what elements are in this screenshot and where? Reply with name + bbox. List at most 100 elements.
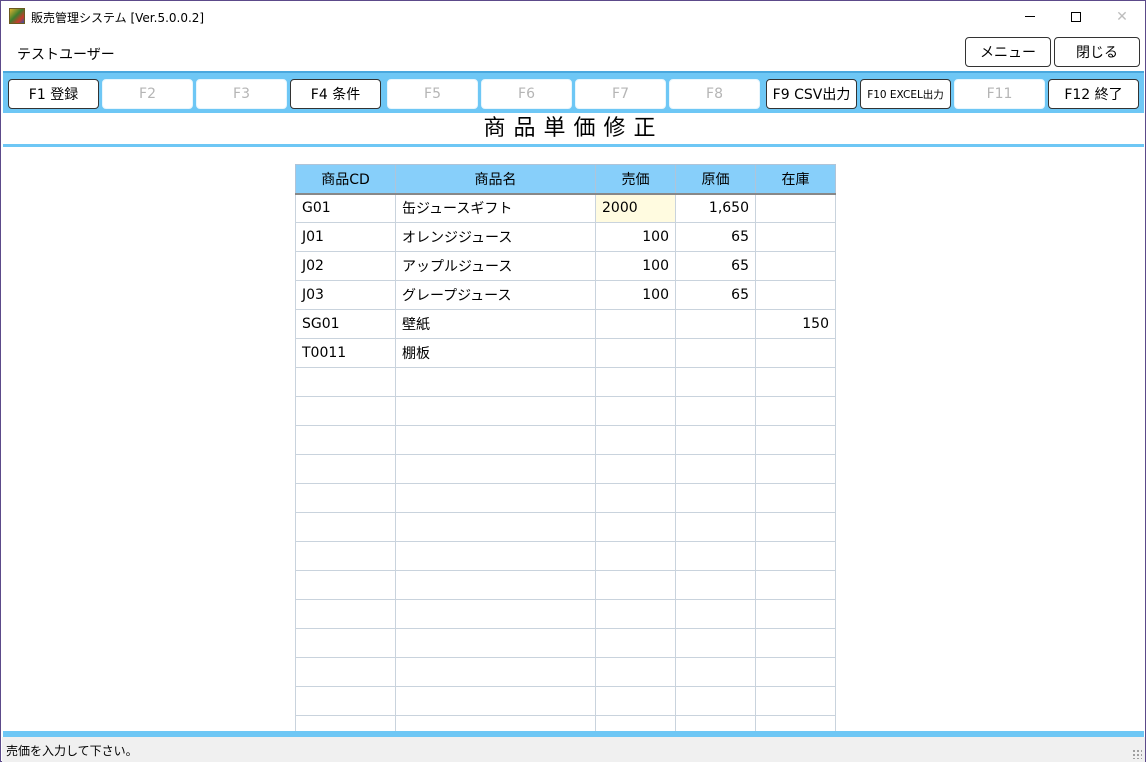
grid-cell[interactable] (675, 425, 756, 455)
price-edit-cell[interactable]: 2000 (595, 193, 676, 223)
grid-cell[interactable]: J01 (295, 222, 396, 252)
grid-cell[interactable] (675, 657, 756, 687)
close-screen-button[interactable]: 閉じる (1054, 37, 1140, 67)
table-row[interactable] (295, 599, 836, 629)
grid-cell[interactable] (295, 657, 396, 687)
maximize-button[interactable] (1053, 1, 1099, 32)
grid-cell[interactable] (395, 570, 596, 600)
grid-cell[interactable]: T0011 (295, 338, 396, 368)
grid-cell[interactable] (755, 599, 836, 629)
f7-key-button[interactable]: F7 (575, 79, 666, 109)
grid-cell[interactable] (595, 425, 676, 455)
f9-key-button[interactable]: F9 CSV出力 (766, 79, 857, 109)
table-row[interactable] (295, 367, 836, 397)
table-row[interactable]: J01 オレンジジュース 100 65 (295, 222, 836, 252)
grid-cell[interactable] (675, 483, 756, 513)
grid-cell[interactable]: グレープジュース (395, 280, 596, 310)
grid-cell[interactable] (755, 657, 836, 687)
grid-cell[interactable] (675, 396, 756, 426)
grid-cell[interactable] (395, 657, 596, 687)
product-price-grid[interactable]: 商品CD 商品名 売価 原価 在庫 G01 缶ジュースギフト 2000 1,650 J01 オレン… (295, 164, 836, 745)
grid-cell[interactable] (675, 686, 756, 716)
resize-grip-icon[interactable] (1132, 749, 1142, 759)
f6-key-button[interactable]: F6 (481, 79, 572, 109)
grid-cell[interactable] (595, 628, 676, 658)
f2-key-button[interactable]: F2 (102, 79, 193, 109)
grid-cell[interactable] (295, 570, 396, 600)
grid-cell[interactable] (395, 686, 596, 716)
grid-cell[interactable] (295, 454, 396, 484)
grid-cell[interactable] (755, 628, 836, 658)
grid-cell[interactable]: 壁紙 (395, 309, 596, 339)
minimize-button[interactable] (1007, 1, 1053, 32)
grid-cell[interactable] (755, 686, 836, 716)
grid-cell[interactable] (595, 454, 676, 484)
grid-cell[interactable] (675, 599, 756, 629)
grid-cell[interactable] (595, 657, 676, 687)
grid-cell[interactable]: 65 (675, 251, 756, 281)
grid-cell[interactable]: J02 (295, 251, 396, 281)
grid-cell[interactable]: J03 (295, 280, 396, 310)
grid-cell[interactable] (595, 483, 676, 513)
grid-cell[interactable] (395, 599, 596, 629)
grid-cell[interactable] (675, 367, 756, 397)
table-row[interactable] (295, 396, 836, 426)
grid-cell[interactable] (675, 628, 756, 658)
menu-button[interactable]: メニュー (965, 37, 1051, 67)
grid-cell[interactable] (595, 338, 676, 368)
grid-cell[interactable] (295, 425, 396, 455)
grid-cell[interactable] (755, 222, 836, 252)
title-bar[interactable]: 販売管理システム [Ver.5.0.0.2] ✕ (1, 1, 1145, 32)
grid-cell[interactable] (755, 396, 836, 426)
grid-cell[interactable] (755, 483, 836, 513)
grid-cell[interactable] (295, 541, 396, 571)
grid-cell[interactable] (755, 512, 836, 542)
grid-cell[interactable] (595, 599, 676, 629)
grid-cell[interactable]: 100 (595, 222, 676, 252)
grid-cell[interactable] (395, 367, 596, 397)
table-row[interactable] (295, 425, 836, 455)
grid-cell[interactable] (755, 454, 836, 484)
grid-cell[interactable] (755, 193, 836, 223)
grid-cell[interactable] (395, 541, 596, 571)
table-row[interactable]: G01 缶ジュースギフト 2000 1,650 (295, 193, 836, 223)
grid-cell[interactable]: 100 (595, 251, 676, 281)
grid-cell[interactable] (675, 454, 756, 484)
grid-cell[interactable] (295, 483, 396, 513)
grid-cell[interactable] (675, 512, 756, 542)
f12-key-button[interactable]: F12 終了 (1048, 79, 1139, 109)
table-row[interactable] (295, 541, 836, 571)
f4-key-button[interactable]: F4 条件 (290, 79, 381, 109)
grid-cell[interactable] (675, 309, 756, 339)
f1-key-button[interactable]: F1 登録 (8, 79, 99, 109)
grid-cell[interactable]: 1,650 (675, 193, 756, 223)
grid-cell[interactable] (675, 541, 756, 571)
grid-cell[interactable] (755, 338, 836, 368)
grid-cell[interactable] (755, 367, 836, 397)
grid-cell[interactable] (395, 454, 596, 484)
table-row[interactable] (295, 570, 836, 600)
table-row[interactable]: SG01 壁紙 150 (295, 309, 836, 339)
grid-cell[interactable]: オレンジジュース (395, 222, 596, 252)
table-row[interactable] (295, 483, 836, 513)
grid-cell[interactable] (395, 628, 596, 658)
grid-cell[interactable]: 棚板 (395, 338, 596, 368)
f8-key-button[interactable]: F8 (669, 79, 760, 109)
table-row[interactable] (295, 512, 836, 542)
f11-key-button[interactable]: F11 (954, 79, 1045, 109)
grid-cell[interactable] (595, 309, 676, 339)
grid-cell[interactable] (755, 570, 836, 600)
grid-cell[interactable] (675, 570, 756, 600)
grid-cell[interactable]: 65 (675, 222, 756, 252)
grid-cell[interactable] (295, 367, 396, 397)
grid-cell[interactable]: 65 (675, 280, 756, 310)
grid-cell[interactable] (755, 251, 836, 281)
grid-cell[interactable] (395, 512, 596, 542)
grid-cell[interactable] (595, 512, 676, 542)
grid-cell[interactable] (755, 280, 836, 310)
grid-cell[interactable]: アップルジュース (395, 251, 596, 281)
table-row[interactable] (295, 454, 836, 484)
grid-cell[interactable] (595, 541, 676, 571)
grid-cell[interactable]: G01 (295, 193, 396, 223)
grid-cell[interactable] (295, 599, 396, 629)
